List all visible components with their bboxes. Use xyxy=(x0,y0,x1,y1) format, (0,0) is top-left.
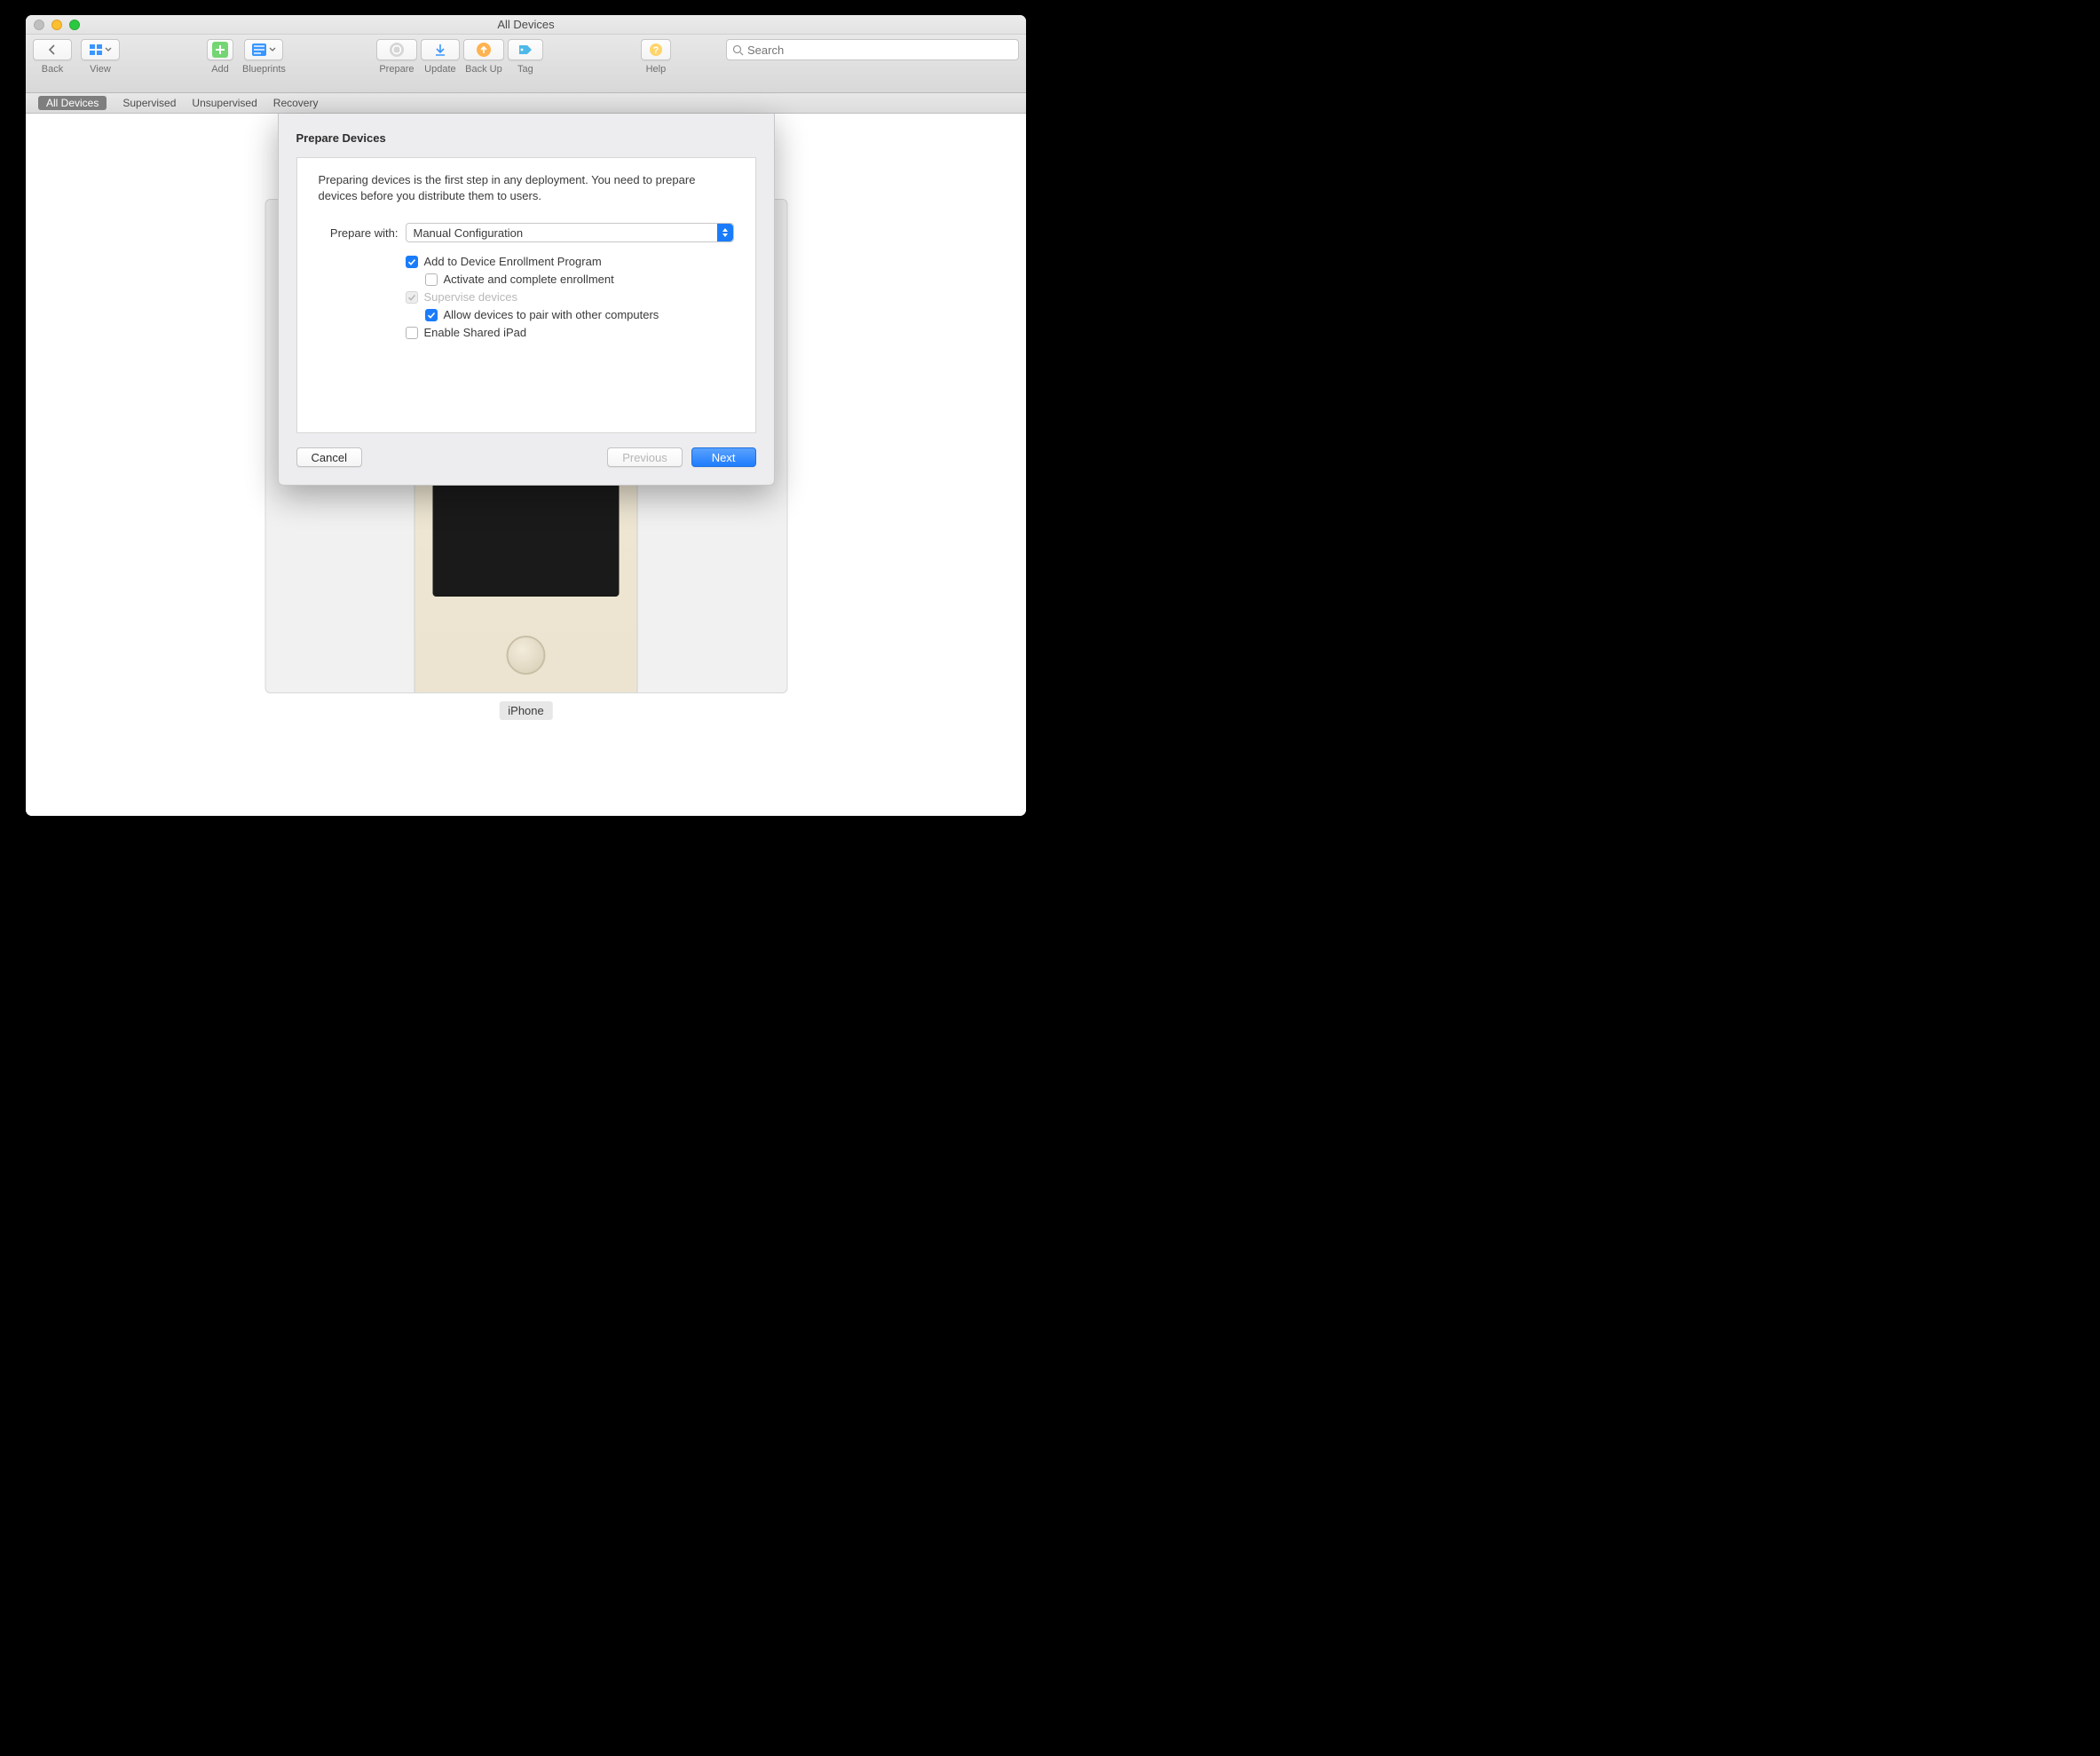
previous-button: Previous xyxy=(607,447,683,467)
help-button[interactable]: ? xyxy=(641,39,671,60)
view-button[interactable] xyxy=(81,39,120,60)
add-button[interactable] xyxy=(207,39,233,60)
prepare-label: Prepare xyxy=(379,64,414,75)
minimize-icon[interactable] xyxy=(51,20,62,30)
checkbox-label: Activate and complete enrollment xyxy=(444,273,614,286)
chevron-down-icon xyxy=(105,47,112,52)
prepare-with-value: Manual Configuration xyxy=(414,226,524,240)
tag-icon xyxy=(517,44,533,56)
checkbox-label: Add to Device Enrollment Program xyxy=(424,255,602,268)
maximize-icon[interactable] xyxy=(69,20,80,30)
chevron-down-icon xyxy=(269,47,276,52)
window: All Devices Back View Add xyxy=(26,15,1026,816)
search-field[interactable] xyxy=(726,39,1019,60)
device-label[interactable]: iPhone xyxy=(499,701,552,720)
cancel-button[interactable]: Cancel xyxy=(296,447,362,467)
checkbox-icon xyxy=(406,291,418,304)
checkbox-icon xyxy=(406,327,418,339)
filter-unsupervised[interactable]: Unsupervised xyxy=(192,97,257,109)
checkbox-label: Supervise devices xyxy=(424,290,518,304)
update-label: Update xyxy=(424,64,455,75)
help-label: Help xyxy=(646,64,667,75)
prepare-devices-sheet: Prepare Devices Preparing devices is the… xyxy=(278,114,775,486)
close-icon[interactable] xyxy=(34,20,44,30)
grid-icon xyxy=(90,44,102,55)
titlebar: All Devices xyxy=(26,15,1026,35)
back-button[interactable] xyxy=(33,39,72,60)
sheet-intro: Preparing devices is the first step in a… xyxy=(319,172,734,203)
plus-icon xyxy=(212,42,228,58)
checkbox-label: Enable Shared iPad xyxy=(424,326,527,339)
backup-button[interactable] xyxy=(463,39,504,60)
content-area: iPhone Prepare Devices Preparing devices… xyxy=(26,114,1026,816)
add-label: Add xyxy=(211,64,229,75)
next-button[interactable]: Next xyxy=(691,447,756,467)
checkbox-pair[interactable]: Allow devices to pair with other compute… xyxy=(425,308,734,321)
prepare-with-label: Prepare with: xyxy=(319,226,399,240)
chevron-left-icon xyxy=(47,44,58,55)
sheet-panel: Preparing devices is the first step in a… xyxy=(296,157,756,433)
filter-all-devices[interactable]: All Devices xyxy=(38,96,107,110)
checkbox-shared-ipad[interactable]: Enable Shared iPad xyxy=(406,326,734,339)
popup-arrows-icon xyxy=(717,224,733,241)
search-icon xyxy=(732,44,744,56)
filter-supervised[interactable]: Supervised xyxy=(122,97,176,109)
filter-recovery[interactable]: Recovery xyxy=(273,97,319,109)
search-input[interactable] xyxy=(747,44,1013,57)
checkbox-icon xyxy=(425,273,438,286)
prepare-icon xyxy=(389,42,405,58)
home-button-icon xyxy=(507,636,546,675)
tag-button[interactable] xyxy=(508,39,543,60)
checkbox-icon xyxy=(406,256,418,268)
window-title: All Devices xyxy=(26,15,1026,34)
checkbox-activate[interactable]: Activate and complete enrollment xyxy=(425,273,734,286)
checkbox-supervise: Supervise devices xyxy=(406,290,734,304)
checkbox-icon xyxy=(425,309,438,321)
svg-text:?: ? xyxy=(653,45,659,56)
backup-label: Back Up xyxy=(465,64,502,75)
checkbox-label: Allow devices to pair with other compute… xyxy=(444,308,659,321)
sheet-title: Prepare Devices xyxy=(296,131,756,145)
download-icon xyxy=(433,43,447,57)
help-icon: ? xyxy=(649,43,663,57)
update-button[interactable] xyxy=(421,39,460,60)
prepare-button[interactable] xyxy=(376,39,417,60)
back-label: Back xyxy=(42,64,63,75)
view-label: View xyxy=(90,64,111,75)
upload-icon xyxy=(476,42,492,58)
blueprints-icon xyxy=(252,44,266,56)
blueprints-label: Blueprints xyxy=(242,64,286,75)
prepare-with-popup[interactable]: Manual Configuration xyxy=(406,223,734,242)
blueprints-button[interactable] xyxy=(244,39,283,60)
toolbar: Back View Add Blueprints xyxy=(26,35,1026,93)
tag-label: Tag xyxy=(517,64,533,75)
traffic-lights xyxy=(34,20,80,30)
checkbox-add-dep[interactable]: Add to Device Enrollment Program xyxy=(406,255,734,268)
filter-bar: All Devices Supervised Unsupervised Reco… xyxy=(26,93,1026,114)
